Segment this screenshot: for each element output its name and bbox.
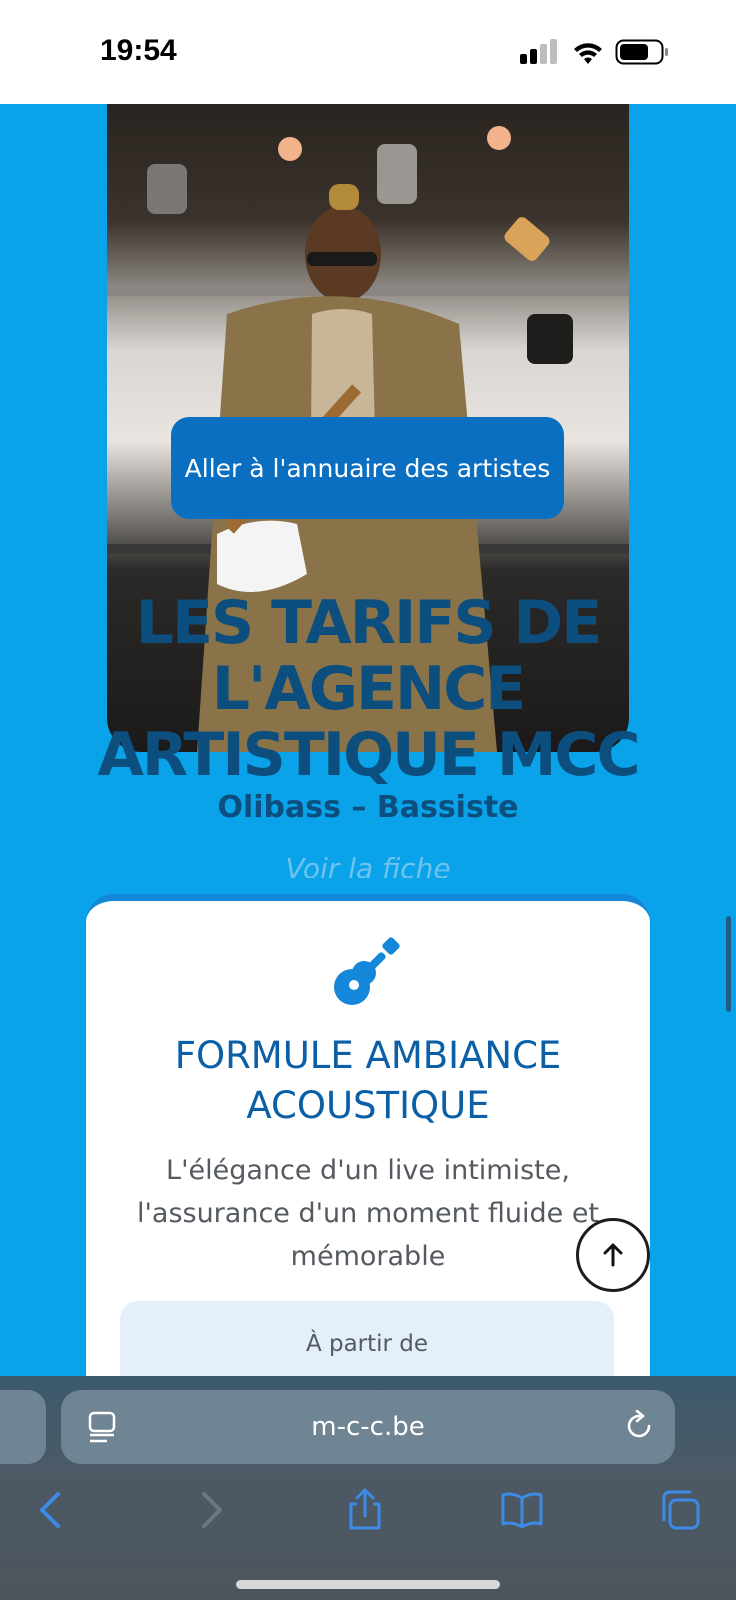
bookmarks-icon[interactable]: [500, 1488, 544, 1532]
formula-title: FORMULE AMBIANCE ACOUSTIQUE: [174, 1034, 562, 1127]
reload-icon[interactable]: [623, 1410, 655, 1442]
address-bar[interactable]: m-c-c.be: [61, 1390, 675, 1464]
artist-directory-button[interactable]: Aller à l'annuaire des artistes: [171, 417, 564, 519]
pricing-card: FORMULE AMBIANCE ACOUSTIQUE L'élégance d…: [86, 894, 650, 1376]
price-label: À partir de: [305, 1331, 429, 1357]
tabs-icon[interactable]: [658, 1488, 702, 1532]
status-bar: 19:54: [0, 0, 736, 104]
back-icon[interactable]: [30, 1488, 74, 1532]
page-scrollbar[interactable]: [726, 916, 731, 1012]
previous-tab-preview[interactable]: [0, 1390, 46, 1464]
formula-description: L'élégance d'un live intimiste, l'assura…: [136, 1155, 600, 1272]
status-icons: [520, 38, 670, 68]
arrow-up-icon: [603, 1243, 623, 1267]
battery-icon: [615, 39, 668, 65]
home-indicator: [236, 1580, 500, 1589]
scroll-to-top-button[interactable]: [576, 1218, 650, 1292]
forward-icon[interactable]: [188, 1488, 232, 1532]
guitar-icon: [334, 937, 400, 1005]
share-icon[interactable]: [343, 1488, 387, 1532]
wifi-icon: [574, 43, 602, 64]
page-content: Aller à l'annuaire des artistes LES TARI…: [0, 104, 736, 1376]
status-time: 19:54: [100, 34, 177, 67]
browser-toolbar: m-c-c.be: [0, 1376, 736, 1600]
price-box: À partir de: [120, 1301, 614, 1376]
view-sheet-link[interactable]: Voir la fiche: [0, 852, 736, 878]
url-text: m-c-c.be: [311, 1412, 425, 1442]
page-title: LES TARIFS DE L'AGENCE ARTISTIQUE MCC: [97, 588, 640, 790]
cellular-signal-icon: [520, 39, 557, 64]
artist-caption: Olibass – Bassiste: [217, 790, 519, 825]
